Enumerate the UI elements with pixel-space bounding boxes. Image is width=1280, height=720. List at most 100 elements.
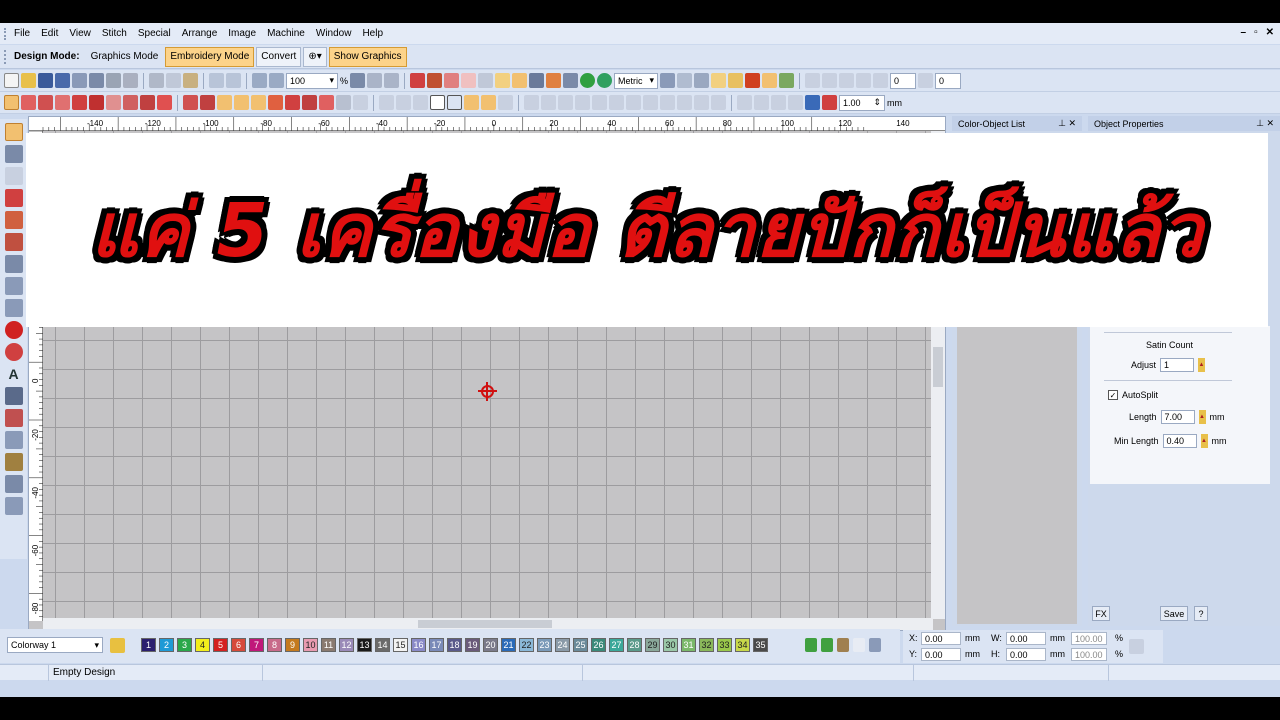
align-middle-icon[interactable] xyxy=(694,95,709,110)
order-front-icon[interactable] xyxy=(592,95,607,110)
distribute-icon[interactable] xyxy=(856,73,872,88)
align-center-icon[interactable] xyxy=(643,95,658,110)
x-input[interactable]: 0.00 xyxy=(921,632,961,645)
thread-swatch[interactable]: 9 xyxy=(285,638,300,652)
radial-fill-icon[interactable] xyxy=(157,95,172,110)
menu-window[interactable]: Window xyxy=(316,28,352,39)
lock-icon[interactable] xyxy=(498,95,513,110)
pull-comp-icon[interactable] xyxy=(200,95,215,110)
thread-swatch[interactable]: 32 xyxy=(699,638,714,652)
knife-icon[interactable] xyxy=(4,211,23,229)
thread-swatch[interactable]: 3 xyxy=(177,638,192,652)
thread-swatch[interactable]: 12 xyxy=(339,638,354,652)
thread-swatch[interactable]: 1 xyxy=(141,638,156,652)
panel-pin-close-icon[interactable]: ⊥ ✕ xyxy=(1058,118,1076,129)
align-top-icon[interactable] xyxy=(677,95,692,110)
thread-swatch[interactable]: 6 xyxy=(231,638,246,652)
save-icon[interactable] xyxy=(38,73,53,88)
end-point-icon[interactable] xyxy=(481,95,496,110)
tie-in-icon[interactable] xyxy=(396,95,411,110)
open-icon[interactable] xyxy=(21,73,36,88)
mirror-v-icon[interactable] xyxy=(822,73,838,88)
applique-icon[interactable] xyxy=(106,95,121,110)
transform-icon[interactable] xyxy=(4,233,23,251)
wave-icon[interactable] xyxy=(268,95,283,110)
export-icon[interactable] xyxy=(89,73,104,88)
line-tool-icon[interactable] xyxy=(4,277,23,295)
stitch-grid-icon[interactable] xyxy=(694,73,710,88)
min-length-input[interactable]: 0.40 xyxy=(1162,434,1197,448)
thread-swatch[interactable]: 26 xyxy=(591,638,606,652)
graphics-mode-button[interactable]: Graphics Mode xyxy=(86,47,164,67)
emboss-icon[interactable] xyxy=(353,95,368,110)
fill-color-icon[interactable] xyxy=(805,95,820,110)
scale-x-input[interactable]: 100.00 xyxy=(1071,632,1107,645)
align-icon[interactable] xyxy=(839,73,855,88)
shape-exclude-icon[interactable] xyxy=(788,95,803,110)
density-icon[interactable] xyxy=(217,95,232,110)
vertical-scroll-thumb[interactable] xyxy=(933,347,943,387)
help-button[interactable]: ? xyxy=(1194,606,1208,621)
thread-swatch[interactable]: 16 xyxy=(411,638,426,652)
thread-swatch[interactable]: 4 xyxy=(195,638,210,652)
thread-swatch[interactable]: 10 xyxy=(303,638,318,652)
zoom-out-icon[interactable] xyxy=(269,73,284,88)
curve-tool-icon[interactable] xyxy=(4,299,23,317)
needle-points-icon[interactable] xyxy=(478,73,494,88)
thread-swatch[interactable]: 18 xyxy=(447,638,462,652)
auto-digitize-icon[interactable] xyxy=(779,73,795,88)
rotate-angle-input[interactable]: 0 xyxy=(890,72,917,89)
cross-stitch-icon[interactable] xyxy=(89,95,104,110)
menu-arrange[interactable]: Arrange xyxy=(182,28,218,39)
pattern-fill-icon[interactable] xyxy=(123,95,138,110)
text-tool-icon[interactable]: A xyxy=(4,365,23,383)
redo-icon[interactable] xyxy=(226,73,241,88)
layers-icon[interactable] xyxy=(563,73,579,88)
array-tool-icon[interactable] xyxy=(4,497,23,515)
slant-icon[interactable] xyxy=(918,73,934,88)
ungroup-icon[interactable] xyxy=(541,95,556,110)
autosplit-checkbox[interactable]: ✓ xyxy=(1108,390,1118,400)
shape-tool-icon[interactable] xyxy=(4,409,23,427)
fill-shape-icon[interactable] xyxy=(4,255,23,273)
shape-union-icon[interactable] xyxy=(737,95,752,110)
no-color-icon[interactable] xyxy=(853,638,865,652)
colorway-select[interactable]: Colorway 1 ▾ xyxy=(7,637,103,653)
thread-swatch[interactable]: 34 xyxy=(735,638,750,652)
add-color-icon[interactable] xyxy=(805,638,817,652)
outline-view-icon[interactable] xyxy=(444,73,460,88)
hoop-icon[interactable] xyxy=(512,73,528,88)
reshape-icon[interactable] xyxy=(4,145,23,163)
align-left-icon[interactable] xyxy=(626,95,641,110)
thread-swatch[interactable]: 2 xyxy=(159,638,174,652)
proportional-lock-icon[interactable] xyxy=(1129,639,1144,654)
order-back-icon[interactable] xyxy=(609,95,624,110)
menu-stitch[interactable]: Stitch xyxy=(102,28,127,39)
thread-swatch[interactable]: 22 xyxy=(519,638,534,652)
fx-button[interactable]: FX xyxy=(1092,606,1110,621)
net-fill-icon[interactable] xyxy=(140,95,155,110)
restore-icon[interactable]: ▫ xyxy=(1254,27,1258,38)
h-input[interactable]: 0.00 xyxy=(1006,648,1046,661)
circle-tool-icon[interactable] xyxy=(4,321,23,339)
palette-icon[interactable] xyxy=(110,638,125,653)
rotate-icon[interactable] xyxy=(873,73,889,88)
import-icon[interactable] xyxy=(72,73,87,88)
break-icon[interactable] xyxy=(575,95,590,110)
stitch-view-icon[interactable] xyxy=(410,73,426,88)
remove-color-icon[interactable] xyxy=(821,638,833,652)
menu-image[interactable]: Image xyxy=(228,28,256,39)
min-length-spinner[interactable]: ▲ xyxy=(1200,434,1208,448)
fill-stitch-icon[interactable] xyxy=(21,95,36,110)
wireframe-icon[interactable] xyxy=(461,73,477,88)
zoom-in-icon[interactable] xyxy=(252,73,267,88)
thread-swatch[interactable]: 24 xyxy=(555,638,570,652)
w-input[interactable]: 0.00 xyxy=(1006,632,1046,645)
close-icon[interactable]: ✕ xyxy=(1266,27,1274,38)
underlay-icon[interactable] xyxy=(183,95,198,110)
y-input[interactable]: 0.00 xyxy=(921,648,961,661)
run-stitch-icon[interactable] xyxy=(55,95,70,110)
length-input[interactable]: 7.00 xyxy=(1160,410,1195,424)
filter-icon[interactable] xyxy=(447,95,462,110)
image-icon[interactable] xyxy=(529,73,545,88)
